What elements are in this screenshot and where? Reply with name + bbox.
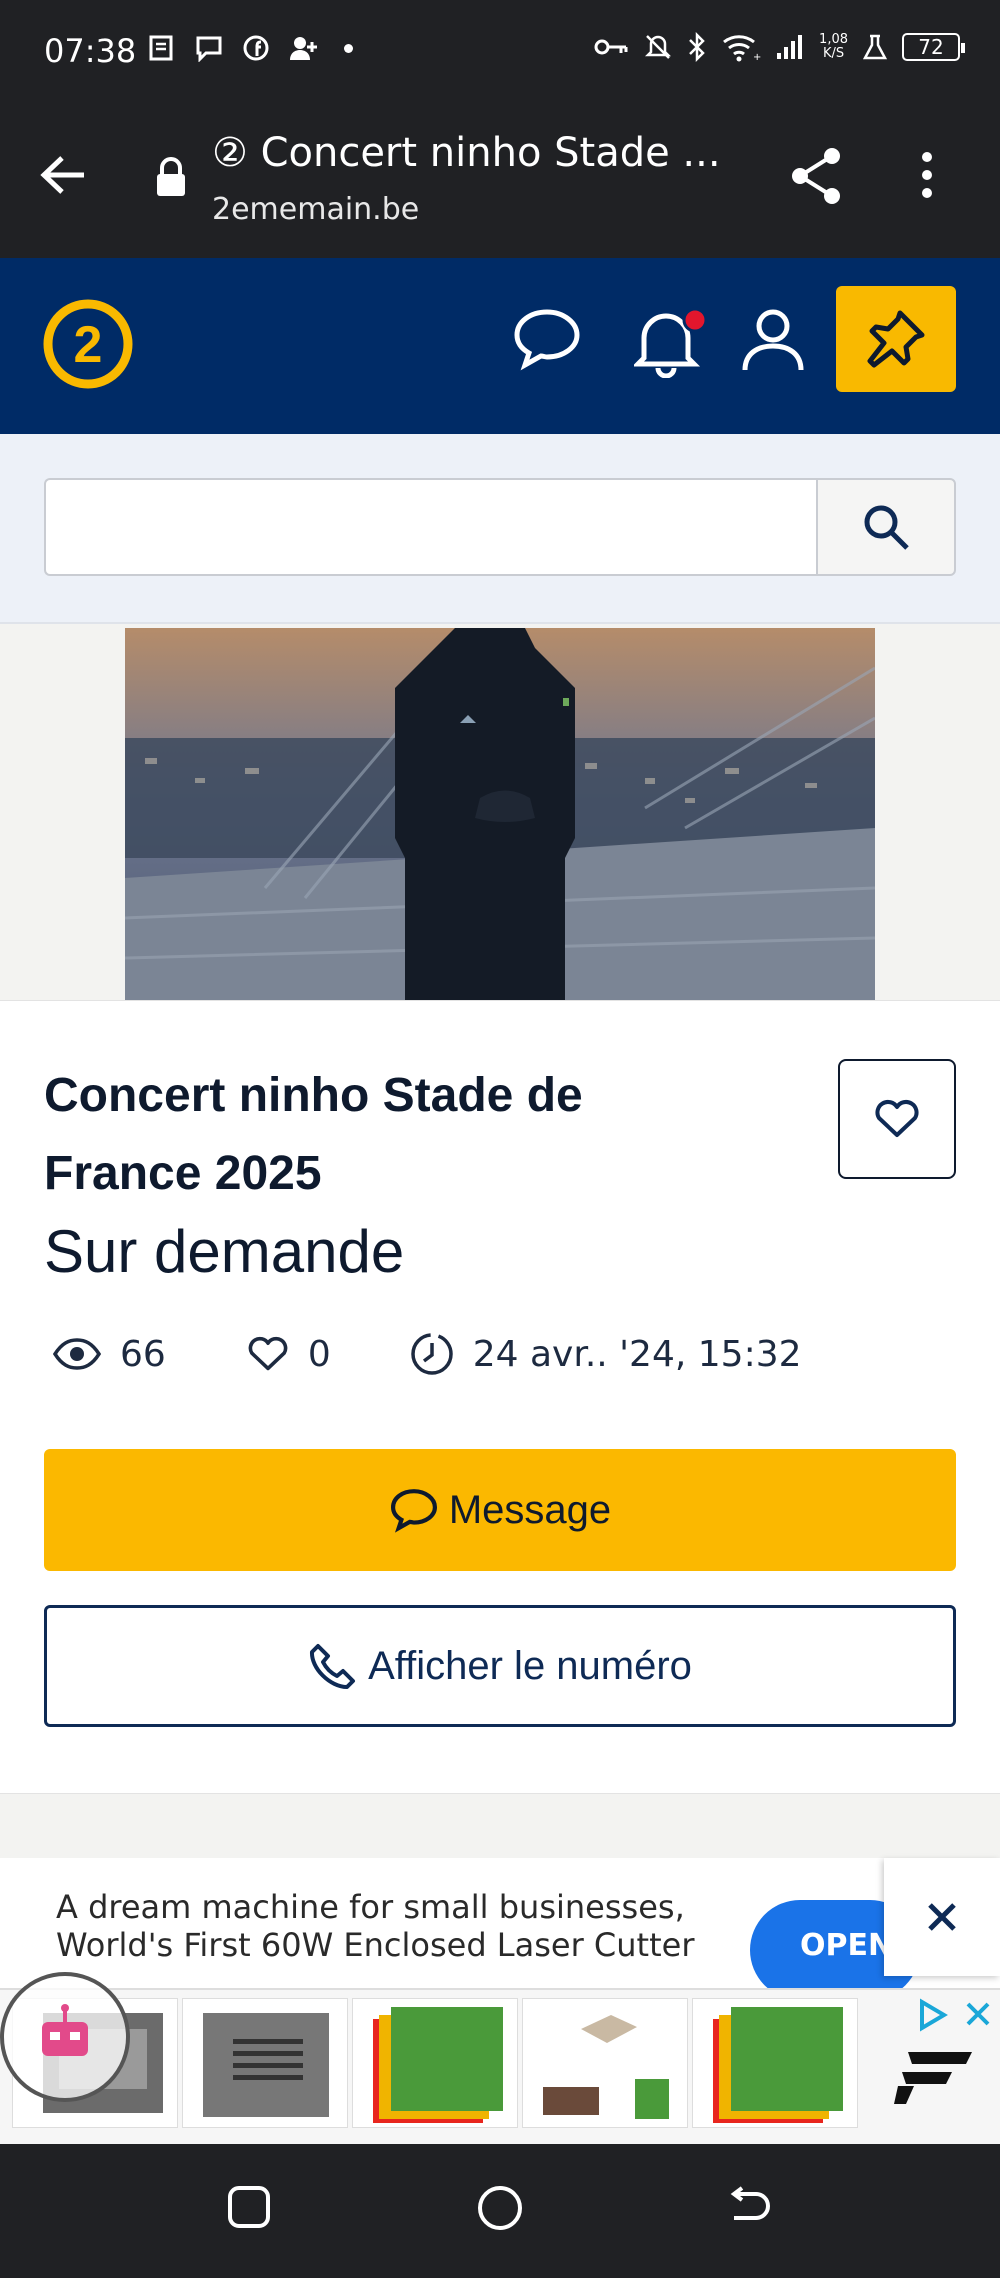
message-button[interactable]: Message [44,1449,956,1571]
search-icon [864,505,909,550]
key-icon [594,39,628,55]
views-count: 66 [120,1333,166,1375]
svg-text:+: + [753,52,761,62]
listing-stats: 66 0 24 avr.. '24, 15:32 [52,1331,802,1377]
publish-date: 24 avr.. '24, 15:32 [472,1333,802,1375]
favorites-count: 0 [307,1333,331,1375]
date-stat: 24 avr.. '24, 15:32 [409,1331,802,1377]
heart-icon [875,1099,919,1137]
chatbot-bubble[interactable] [0,1972,130,2102]
close-icon [928,1903,956,1931]
ad-product-thumb[interactable] [522,1998,688,2128]
chat-bubble-icon [390,1489,437,1533]
home-icon[interactable] [476,2184,524,2232]
back-icon[interactable] [726,2184,772,2230]
search-button[interactable] [816,478,956,576]
favorites-stat: 0 [246,1334,331,1375]
views-stat: 66 [52,1334,166,1375]
robot-icon [42,2004,88,2056]
ad-product-thumb[interactable] [182,1998,348,2128]
ad-product-strip[interactable] [0,1988,1000,2144]
clock-icon [410,1333,453,1375]
message-label: Message [448,1487,612,1532]
chat-icon [196,36,222,62]
back-arrow-icon[interactable] [38,152,88,198]
site-logo[interactable]: 2 [42,298,134,390]
ad-line-2: World's First 60W Enclosed Laser Cutter [56,1926,695,1964]
lab-icon [862,34,888,60]
site-header: 2 [0,258,1000,434]
account-icon[interactable] [740,306,806,374]
ad-banner[interactable]: A dream machine for small businesses, Wo… [0,1858,1000,2144]
lock-icon[interactable] [154,156,188,198]
add-user-icon [290,37,317,60]
messages-icon[interactable] [512,306,582,372]
status-time: 07:38 [44,32,137,70]
place-ad-button[interactable] [836,286,956,392]
ad-line-1: A dream machine for small businesses, [56,1888,685,1926]
signal-icon [777,35,803,59]
eye-icon [52,1338,102,1370]
more-options-icon[interactable] [920,150,934,200]
listing-title: Concert ninho Stade de France 2025 [44,1069,583,1200]
heart-icon [248,1336,288,1371]
news-icon [149,35,173,61]
ad-close-button[interactable] [884,1858,1000,1976]
search-input[interactable] [44,478,818,576]
browser-page-title[interactable]: ② Concert ninho Stade ... [212,130,721,176]
listing-card: Concert ninho Stade de France 2025 Sur d… [0,1000,1000,1794]
wifi-icon: + [723,35,761,62]
share-icon[interactable] [788,146,844,206]
ad-text[interactable]: A dream machine for small businesses, Wo… [56,1888,694,1964]
listing-price: Sur demande [44,1218,405,1285]
favorite-button[interactable] [838,1059,956,1179]
pin-icon [867,310,925,368]
adchoices-icon[interactable] [916,1998,996,2032]
advertiser-logo[interactable] [894,2046,974,2106]
dot-icon [344,43,353,53]
recent-apps-icon[interactable] [226,2184,272,2230]
search-bar [0,434,1000,624]
battery-indicator: 72 [902,33,965,61]
show-phone-button[interactable]: Afficher le numéro [44,1605,956,1727]
status-bar: 07:38 + 1,08 K/S 72 [0,0,1000,100]
ad-product-thumb[interactable] [352,1998,518,2128]
ad-product-thumb[interactable] [692,1998,858,2128]
listing-photo[interactable] [125,628,875,1000]
browser-domain[interactable]: 2ememain.be [212,192,419,227]
svg-text:2: 2 [74,316,103,374]
facebook-icon [243,35,269,61]
bluetooth-icon [689,32,705,62]
network-speed: 1,08 K/S [819,32,848,61]
system-nav-bar [0,2144,1000,2278]
show-phone-label: Afficher le numéro [368,1643,692,1688]
mute-icon [645,35,672,59]
browser-toolbar: ② Concert ninho Stade ... 2ememain.be [0,100,1000,258]
notifications-icon[interactable] [634,306,712,378]
listing-photo-area [0,624,1000,1000]
phone-icon [310,1644,356,1689]
